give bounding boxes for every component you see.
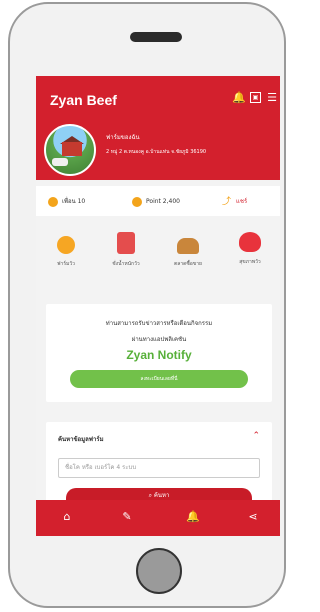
coin-icon xyxy=(48,196,58,207)
friends-label: เพื่อน 10 xyxy=(62,198,86,205)
register-button[interactable]: ลงทะเบียนเลยที่นี่ xyxy=(70,370,248,388)
menu-icon[interactable]: ☰ xyxy=(266,92,278,104)
notify-card: ท่านสามารถรับข่าวสารหรือเตือนกิจกรรม ผ่า… xyxy=(46,304,272,402)
search-button-label: ค้นหา xyxy=(153,492,170,499)
calendar-icon[interactable]: ▣ xyxy=(250,92,261,103)
menu-item-health[interactable]: สุขภาพวัว xyxy=(222,230,278,290)
home-icon[interactable]: ⌂ xyxy=(60,510,74,524)
search-title: ค้นหาข้อมูลฟาร์ม xyxy=(58,436,104,443)
phone-frame: Zyan Beef 🔔 ▣ ☰ ฟาร์มของฉัน 2 หมู่ 2 ต.ห… xyxy=(8,2,286,608)
tag-icon[interactable]: ✎ xyxy=(120,510,134,524)
share-icon: ⤴ xyxy=(222,196,232,207)
farm-avatar[interactable] xyxy=(44,124,96,176)
menu-label: ฟาร์มวัว xyxy=(57,261,75,267)
bottom-nav: ⌂ ✎ 🔔 ⋖ xyxy=(36,500,280,536)
notify-brand: Zyan Notify xyxy=(126,348,192,362)
points-stat[interactable]: Point 2,400 xyxy=(132,196,180,208)
menu-item-market[interactable]: ตลาดซื้อขาย xyxy=(160,230,216,290)
points-label: Point 2,400 xyxy=(146,198,180,205)
notify-line-1: ท่านสามารถรับข่าวสารหรือเตือนกิจกรรม xyxy=(105,320,213,327)
share-icon[interactable]: ⋖ xyxy=(246,510,260,524)
menu-label: ชั่งน้ำหนักวัว xyxy=(112,261,140,267)
app-title: Zyan Beef xyxy=(50,92,117,108)
search-input[interactable]: ชื่อโค หรือ เบอร์โค 4 ระบบ xyxy=(58,458,260,478)
cow-market-icon xyxy=(177,238,199,254)
bell-icon[interactable]: 🔔 xyxy=(186,510,200,524)
app-header: Zyan Beef 🔔 ▣ ☰ ฟาร์มของฉัน 2 หมู่ 2 ต.ห… xyxy=(36,76,280,180)
menu-item-scale[interactable]: ชั่งน้ำหนักวัว xyxy=(98,230,154,290)
share-stat[interactable]: ⤴ แชร์ xyxy=(222,196,247,208)
search-icon: ⌕ xyxy=(148,492,152,499)
app-screen: Zyan Beef 🔔 ▣ ☰ ฟาร์มของฉัน 2 หมู่ 2 ต.ห… xyxy=(36,76,280,536)
scale-icon xyxy=(117,232,135,254)
share-label: แชร์ xyxy=(236,198,248,205)
menu-label: ตลาดซื้อขาย xyxy=(174,261,202,267)
menu-item-farm[interactable]: ฟาร์มวัว xyxy=(38,230,94,290)
menu-label: สุขภาพวัว xyxy=(239,259,261,265)
feature-menu: ฟาร์มวัว ชั่งน้ำหนักวัว ตลาดซื้อขาย สุขภ… xyxy=(36,226,280,290)
heart-icon xyxy=(239,232,261,252)
chevron-up-icon[interactable]: ⌃ xyxy=(252,431,260,441)
farm-name: ฟาร์มของฉัน xyxy=(106,134,140,141)
notify-line-2: ผ่านทางแอปพลิเคชัน xyxy=(131,336,187,343)
farm-address: 2 หมู่ 2 ต.หนองคู อ.บ้านแท่น จ.ชัยภูมิ 3… xyxy=(106,149,207,155)
friends-stat[interactable]: เพื่อน 10 xyxy=(48,196,85,208)
bell-icon[interactable]: 🔔 xyxy=(232,92,246,104)
farmer-icon xyxy=(57,236,75,254)
phone-home-button[interactable] xyxy=(136,548,182,594)
stats-bar: เพื่อน 10 Point 2,400 ⤴ แชร์ xyxy=(36,186,280,216)
coin-icon xyxy=(132,196,142,207)
phone-speaker xyxy=(130,32,182,42)
